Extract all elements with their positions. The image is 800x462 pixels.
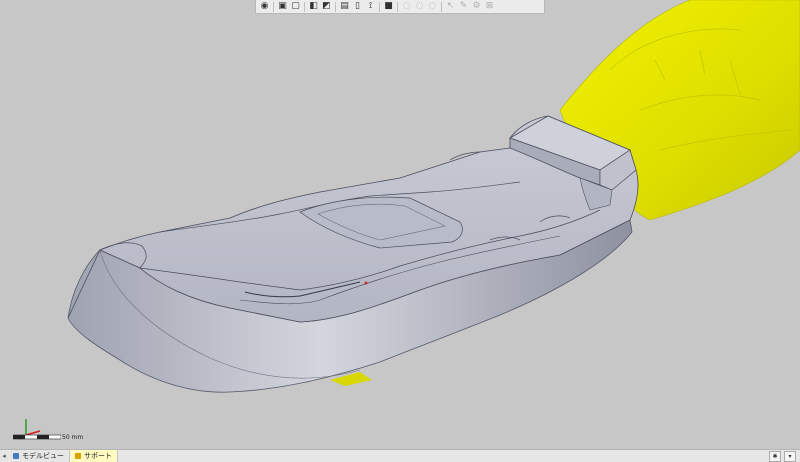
model-scene[interactable] <box>0 0 800 449</box>
circle-2-icon: ◌ <box>415 1 424 11</box>
cube-shaded-icon[interactable]: ▣ <box>277 1 288 12</box>
scale-label: 50 mm <box>62 434 84 441</box>
model-view-icon <box>13 453 19 459</box>
toolbar-separator <box>273 1 274 12</box>
toolbar-separator <box>441 1 442 12</box>
part-origin-marker <box>364 281 368 285</box>
close-box-icon: ⊠ <box>485 1 494 11</box>
page-icon[interactable]: ▤ <box>339 1 350 12</box>
scale-bar <box>13 434 61 440</box>
toolbar-separator <box>397 1 398 12</box>
flip-view-icon[interactable]: ◩ <box>321 1 332 12</box>
tab-model-view[interactable]: モデルビュー <box>8 450 70 462</box>
tab-label: モデルビュー <box>22 452 64 460</box>
color-map-icon[interactable]: ■ <box>383 1 394 12</box>
circle-1-icon: ◌ <box>402 1 411 11</box>
settings-icon: ⚙ <box>472 1 481 11</box>
view-sphere-icon[interactable]: ◉ <box>259 1 270 12</box>
measure-icon[interactable]: ⟟ <box>365 1 376 12</box>
options-dropdown-icon[interactable]: ▾ <box>784 450 796 462</box>
cube-wire-icon[interactable]: ▢ <box>290 1 301 12</box>
bracket-icon[interactable]: ▯ <box>352 1 363 12</box>
view-toolbar: ◉ ▣ ▢ ◧ ◩ ▤ ▯ ⟟ ■ ◌ ◌ ◌ ↖ ✎ ⚙ ⊠ <box>255 0 545 14</box>
section-icon[interactable]: ◧ <box>308 1 319 12</box>
pointer-icon: ↖ <box>446 1 455 11</box>
support-icon <box>75 453 81 459</box>
tab-scroll-left-icon[interactable]: ◂ <box>0 452 8 460</box>
3d-viewport[interactable]: 50 mm ◉ ▣ ▢ ◧ ◩ ▤ ▯ ⟟ ■ ◌ ◌ ◌ ↖ ✎ ⚙ ⊠ <box>0 0 800 449</box>
tab-support[interactable]: サポート <box>70 450 118 462</box>
snap-icon[interactable]: ✱ <box>769 450 781 462</box>
pen-icon: ✎ <box>459 1 468 11</box>
toolbar-separator <box>379 1 380 12</box>
toolbar-separator <box>304 1 305 12</box>
tab-label: サポート <box>84 452 112 460</box>
status-bar: ◂ モデルビュー サポート ✱ ▾ <box>0 449 800 462</box>
circle-3-icon: ◌ <box>428 1 437 11</box>
toolbar-separator <box>335 1 336 12</box>
